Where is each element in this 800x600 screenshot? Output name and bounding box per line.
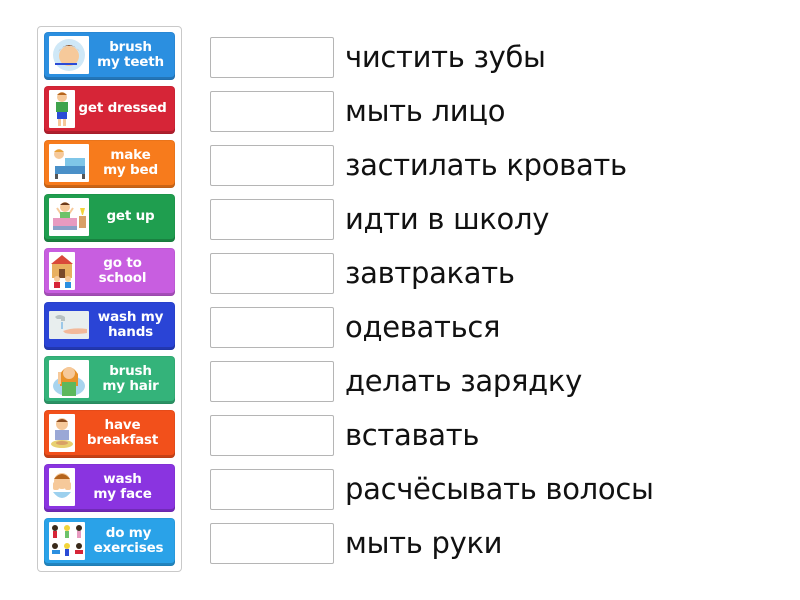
tile-label: get up xyxy=(106,208,155,224)
tile-wash-my-face[interactable]: wash my face xyxy=(44,464,175,512)
children-school-icon xyxy=(49,252,75,290)
drop-box[interactable] xyxy=(210,36,334,78)
tile-label: get dressed xyxy=(78,100,167,116)
tile-have-breakfast[interactable]: have breakfast xyxy=(44,410,175,458)
drop-box[interactable] xyxy=(210,144,334,186)
target-row: вставать xyxy=(210,414,479,456)
child-dressing-icon xyxy=(49,90,75,128)
target-phrase: одеваться xyxy=(345,310,501,344)
target-row: чистить зубы xyxy=(210,36,546,78)
tile-label: go to school xyxy=(98,254,147,286)
tile-label: brush my teeth xyxy=(97,38,164,70)
tile-do-my-exercises[interactable]: do my exercises xyxy=(44,518,175,566)
target-row: застилать кровать xyxy=(210,144,627,186)
target-phrase: мыть руки xyxy=(345,526,503,560)
tile-label: wash my hands xyxy=(97,308,164,340)
drop-box[interactable] xyxy=(210,468,334,510)
tile-bank: brush my teeth get dressed make my bed g… xyxy=(37,26,182,572)
tile-brush-my-hair[interactable]: brush my hair xyxy=(44,356,175,404)
child-making-bed-icon xyxy=(49,144,89,182)
target-phrase: делать зарядку xyxy=(345,364,582,398)
girl-brushing-hair-icon xyxy=(49,360,89,398)
target-phrase: застилать кровать xyxy=(345,148,627,182)
tile-make-my-bed[interactable]: make my bed xyxy=(44,140,175,188)
target-row: завтракать xyxy=(210,252,515,294)
tile-get-dressed[interactable]: get dressed xyxy=(44,86,175,134)
tile-go-to-school[interactable]: go to school xyxy=(44,248,175,296)
drop-box[interactable] xyxy=(210,306,334,348)
drop-box[interactable] xyxy=(210,522,334,564)
drop-box[interactable] xyxy=(210,414,334,456)
children-exercising-icon xyxy=(49,522,85,560)
child-washing-face-icon xyxy=(49,468,75,506)
drop-box[interactable] xyxy=(210,360,334,402)
tile-label: have breakfast xyxy=(86,416,159,448)
child-waking-up-icon xyxy=(49,198,89,236)
target-row: мыть лицо xyxy=(210,90,505,132)
tile-brush-my-teeth[interactable]: brush my teeth xyxy=(44,32,175,80)
tile-label: do my exercises xyxy=(93,524,164,556)
target-phrase: чистить зубы xyxy=(345,40,546,74)
drop-box[interactable] xyxy=(210,198,334,240)
tile-label: brush my hair xyxy=(102,362,159,394)
washing-hands-icon xyxy=(49,311,89,339)
tile-wash-my-hands[interactable]: wash my hands xyxy=(44,302,175,350)
target-phrase: завтракать xyxy=(345,256,515,290)
tile-label: wash my face xyxy=(93,470,152,502)
target-row: одеваться xyxy=(210,306,500,348)
target-row: делать зарядку xyxy=(210,360,582,402)
target-phrase: идти в школу xyxy=(345,202,550,236)
drop-box[interactable] xyxy=(210,90,334,132)
child-eating-breakfast-icon xyxy=(49,414,75,452)
target-phrase: мыть лицо xyxy=(345,94,506,128)
drop-box[interactable] xyxy=(210,252,334,294)
tile-label: make my bed xyxy=(103,146,158,178)
tile-get-up[interactable]: get up xyxy=(44,194,175,242)
target-phrase: вставать xyxy=(345,418,480,452)
target-phrase: расчёсывать волосы xyxy=(345,472,654,506)
target-row: расчёсывать волосы xyxy=(210,468,654,510)
target-row: идти в школу xyxy=(210,198,549,240)
target-row: мыть руки xyxy=(210,522,503,564)
boy-brushing-teeth-icon xyxy=(49,36,89,74)
